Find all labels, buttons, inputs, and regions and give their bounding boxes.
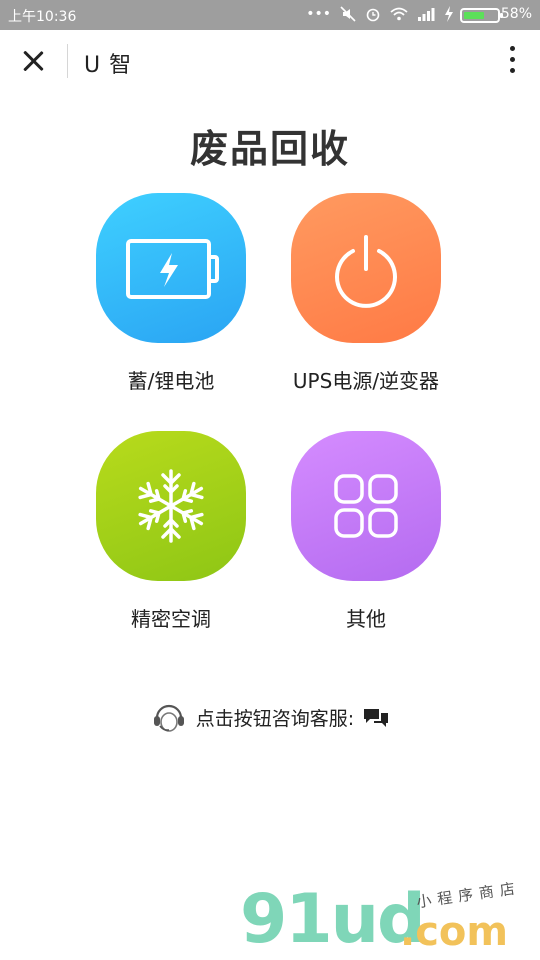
mute-icon	[340, 6, 356, 22]
wifi-icon	[390, 7, 408, 21]
power-icon	[335, 235, 397, 308]
battery-icon	[126, 239, 219, 299]
more-options-icon[interactable]	[506, 46, 518, 78]
status-icons: •••	[306, 5, 454, 23]
more-dots-icon: •••	[306, 6, 331, 22]
watermark-domain: .com	[400, 909, 509, 955]
signal-icon	[418, 8, 435, 21]
status-bar: 上午10:36 ••• 58%	[0, 0, 540, 30]
contact-service-button[interactable]: 点击按钮咨询客服:	[0, 700, 540, 734]
contact-text: 点击按钮咨询客服:	[195, 707, 355, 730]
charging-icon	[445, 6, 453, 22]
category-label: 精密空调	[131, 607, 211, 631]
category-other-button[interactable]: 其他	[266, 431, 466, 632]
category-label: 蓄/锂电池	[127, 369, 215, 393]
category-battery-button[interactable]: 蓄/锂电池	[71, 193, 271, 394]
status-time: 上午10:36	[8, 9, 77, 25]
category-ac-button[interactable]: 精密空调	[71, 431, 271, 632]
ups-tile[interactable]	[291, 193, 441, 343]
page-title: 废品回收	[189, 127, 350, 171]
watermark-brand: 91ud	[240, 880, 426, 959]
battery-percent: 58%	[500, 6, 532, 22]
chat-icon	[364, 709, 389, 727]
category-ups-button[interactable]: UPS电源/逆变器	[266, 193, 466, 394]
other-tile[interactable]	[291, 431, 441, 581]
grid-icon	[334, 474, 398, 538]
battery-tile[interactable]	[96, 193, 246, 343]
ac-tile[interactable]	[96, 431, 246, 581]
battery-icon	[460, 8, 503, 23]
category-label: UPS电源/逆变器	[292, 369, 440, 393]
app-title: U 智	[84, 53, 133, 78]
headset-icon	[153, 704, 184, 732]
alarm-icon	[366, 8, 380, 22]
snowflake-icon	[138, 469, 204, 543]
title-bar: U 智	[0, 30, 540, 92]
watermark-logo: 91ud .com 小程序商店	[240, 879, 540, 960]
close-icon[interactable]	[18, 46, 48, 76]
category-label: 其他	[346, 607, 386, 631]
title-divider	[67, 44, 68, 78]
